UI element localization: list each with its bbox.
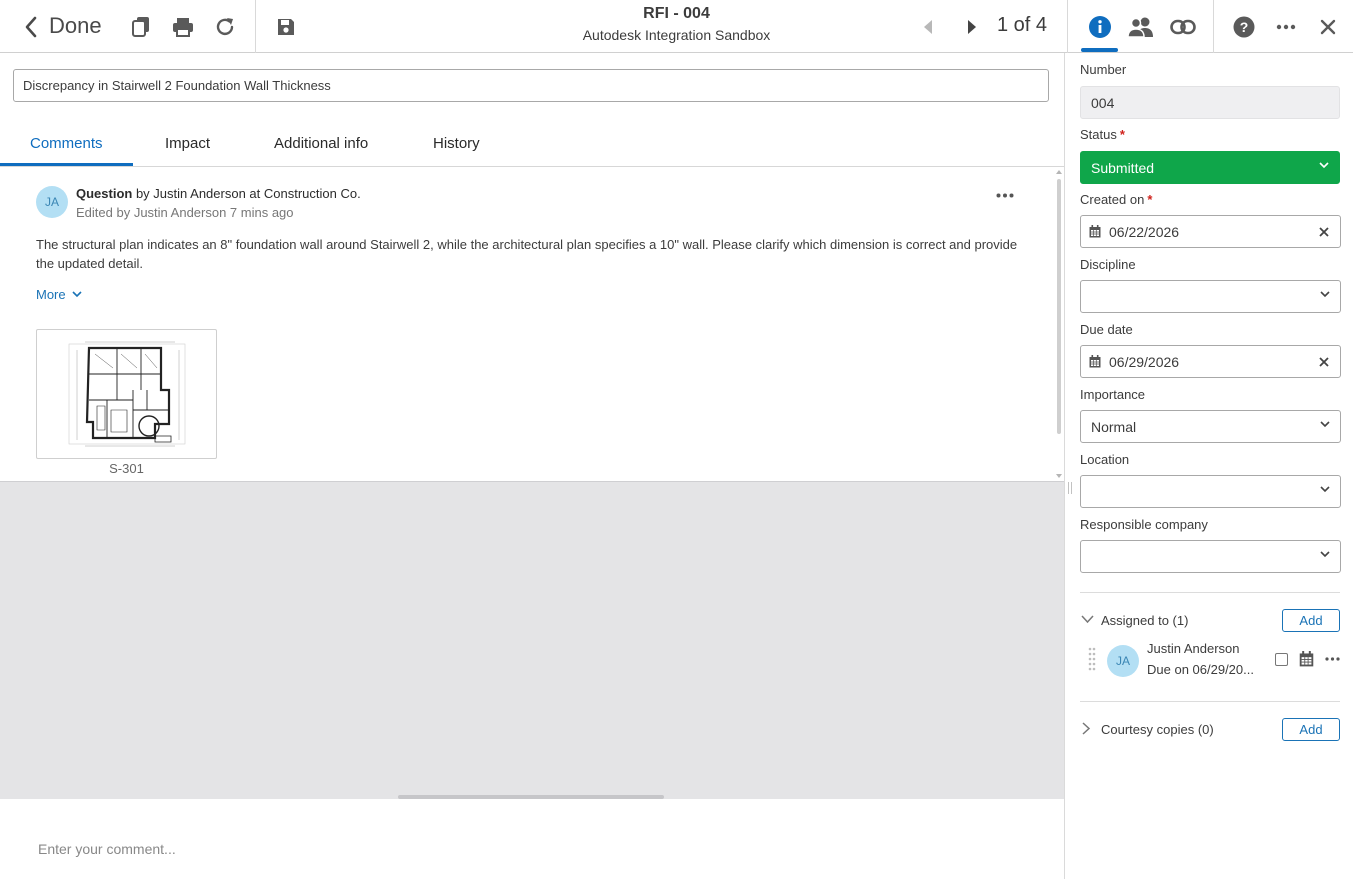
- tabs-divider: [0, 166, 1064, 167]
- calendar-icon[interactable]: [1089, 225, 1101, 238]
- clear-icon[interactable]: [1316, 354, 1332, 370]
- prev-icon[interactable]: [913, 12, 943, 42]
- responsible-company-select[interactable]: [1080, 540, 1341, 573]
- add-courtesy-copy-button[interactable]: Add: [1282, 718, 1340, 741]
- comment-body: The structural plan indicates an 8" foun…: [36, 237, 1018, 271]
- comment-type: Question: [76, 186, 133, 201]
- created-date-value: 06/22/2026: [1109, 223, 1180, 240]
- more-icon[interactable]: [1325, 657, 1340, 661]
- status-label: Status *: [1080, 127, 1125, 142]
- horizontal-scrollbar-thumb[interactable]: [398, 795, 664, 799]
- people-icon[interactable]: [1126, 12, 1156, 42]
- number-label: Number: [1080, 62, 1127, 77]
- rfi-title-input[interactable]: [13, 69, 1049, 102]
- comment-edited-meta: Edited by Justin Anderson 7 mins ago: [76, 205, 294, 220]
- due-date-value: 06/29/2026: [1109, 353, 1180, 370]
- assigned-collapse-icon[interactable]: [1081, 615, 1094, 624]
- assignee-checkbox[interactable]: [1275, 653, 1288, 666]
- chevron-right-icon[interactable]: [1082, 722, 1091, 735]
- info-icon[interactable]: [1085, 12, 1115, 42]
- more-label: More: [36, 287, 66, 302]
- comment-author: by Justin Anderson at Construction Co.: [132, 186, 361, 201]
- more-link[interactable]: More: [36, 287, 82, 302]
- tab-comments[interactable]: Comments: [30, 135, 103, 152]
- section-divider: [1080, 592, 1340, 593]
- toolbar-divider: [1067, 0, 1068, 53]
- comment-input[interactable]: Enter your comment...: [38, 841, 176, 857]
- chevron-down-icon: [1320, 421, 1330, 428]
- tab-history[interactable]: History: [433, 135, 480, 152]
- tab-additional-info[interactable]: Additional info: [274, 135, 368, 152]
- chevron-down-icon: [1319, 162, 1329, 169]
- due-date-field[interactable]: 06/29/2026: [1080, 345, 1341, 378]
- location-select[interactable]: [1080, 475, 1341, 508]
- avatar: JA: [1107, 645, 1139, 677]
- discipline-select[interactable]: [1080, 280, 1341, 313]
- toolbar-divider: [255, 0, 256, 53]
- avatar: JA: [36, 186, 68, 218]
- discipline-label: Discipline: [1080, 257, 1136, 272]
- calendar-icon[interactable]: [1089, 355, 1101, 368]
- section-divider: [1080, 701, 1340, 702]
- assigned-to-title[interactable]: Assigned to (1): [1101, 613, 1188, 628]
- calendar-icon[interactable]: [1299, 651, 1314, 667]
- help-icon[interactable]: ?: [1229, 12, 1259, 42]
- status-value: Submitted: [1091, 159, 1155, 176]
- panel-divider: [1064, 53, 1065, 879]
- assignee-name: Justin Anderson: [1147, 641, 1240, 656]
- back-icon[interactable]: [16, 12, 46, 42]
- save-icon[interactable]: [271, 12, 301, 42]
- created-date-field[interactable]: 06/22/2026: [1080, 215, 1341, 248]
- comment-header: Question by Justin Anderson at Construct…: [76, 186, 361, 201]
- chevron-down-icon: [1320, 291, 1330, 298]
- assignee-due: Due on 06/29/20...: [1147, 662, 1254, 677]
- link-icon[interactable]: [1168, 12, 1198, 42]
- status-select[interactable]: Submitted: [1080, 151, 1340, 184]
- clear-icon[interactable]: [1316, 224, 1332, 240]
- created-label: Created on *: [1080, 192, 1152, 207]
- svg-text:?: ?: [1240, 19, 1249, 35]
- tab-impact[interactable]: Impact: [165, 135, 210, 152]
- number-value: 004: [1091, 94, 1115, 111]
- attachment-label: S-301: [109, 461, 144, 476]
- pager-count: 1 of 4: [997, 14, 1048, 36]
- done-button[interactable]: Done: [49, 13, 102, 39]
- due-date-label: Due date: [1080, 322, 1133, 337]
- chevron-down-icon: [1320, 551, 1330, 558]
- location-label: Location: [1080, 452, 1130, 467]
- refresh-icon[interactable]: [210, 12, 240, 42]
- responsible-company-label: Responsible company: [1080, 517, 1208, 532]
- scrollbar-thumb[interactable]: [1057, 179, 1061, 434]
- importance-value: Normal: [1091, 418, 1137, 435]
- status-label-text: Status: [1080, 127, 1117, 142]
- top-toolbar: Done RFI - 004 Autodesk Integration Sand…: [0, 0, 1353, 53]
- created-label-text: Created on: [1080, 192, 1145, 207]
- required-marker: *: [1119, 127, 1125, 142]
- floor-plan-drawing: [68, 341, 186, 447]
- drag-handle-icon[interactable]: [1088, 647, 1096, 671]
- required-marker: *: [1147, 192, 1153, 207]
- next-icon[interactable]: [957, 12, 987, 42]
- comment-more-icon[interactable]: [996, 193, 1014, 198]
- add-assignee-button[interactable]: Add: [1282, 609, 1340, 632]
- chevron-down-icon: [72, 291, 82, 298]
- empty-area: [0, 481, 1064, 799]
- attachment-thumbnail[interactable]: [36, 329, 217, 459]
- more-icon[interactable]: [1271, 12, 1301, 42]
- close-icon[interactable]: [1313, 12, 1343, 42]
- copy-icon[interactable]: [126, 12, 156, 42]
- resize-handle-icon[interactable]: [1067, 481, 1073, 495]
- number-field: 004: [1080, 86, 1340, 119]
- courtesy-copies-title[interactable]: Courtesy copies (0): [1101, 722, 1214, 737]
- chevron-down-icon: [1320, 486, 1330, 493]
- importance-select[interactable]: Normal: [1080, 410, 1341, 443]
- importance-label: Importance: [1080, 387, 1146, 402]
- toolbar-divider: [1213, 0, 1214, 53]
- print-icon[interactable]: [168, 12, 198, 42]
- active-panel-indicator: [1081, 48, 1118, 52]
